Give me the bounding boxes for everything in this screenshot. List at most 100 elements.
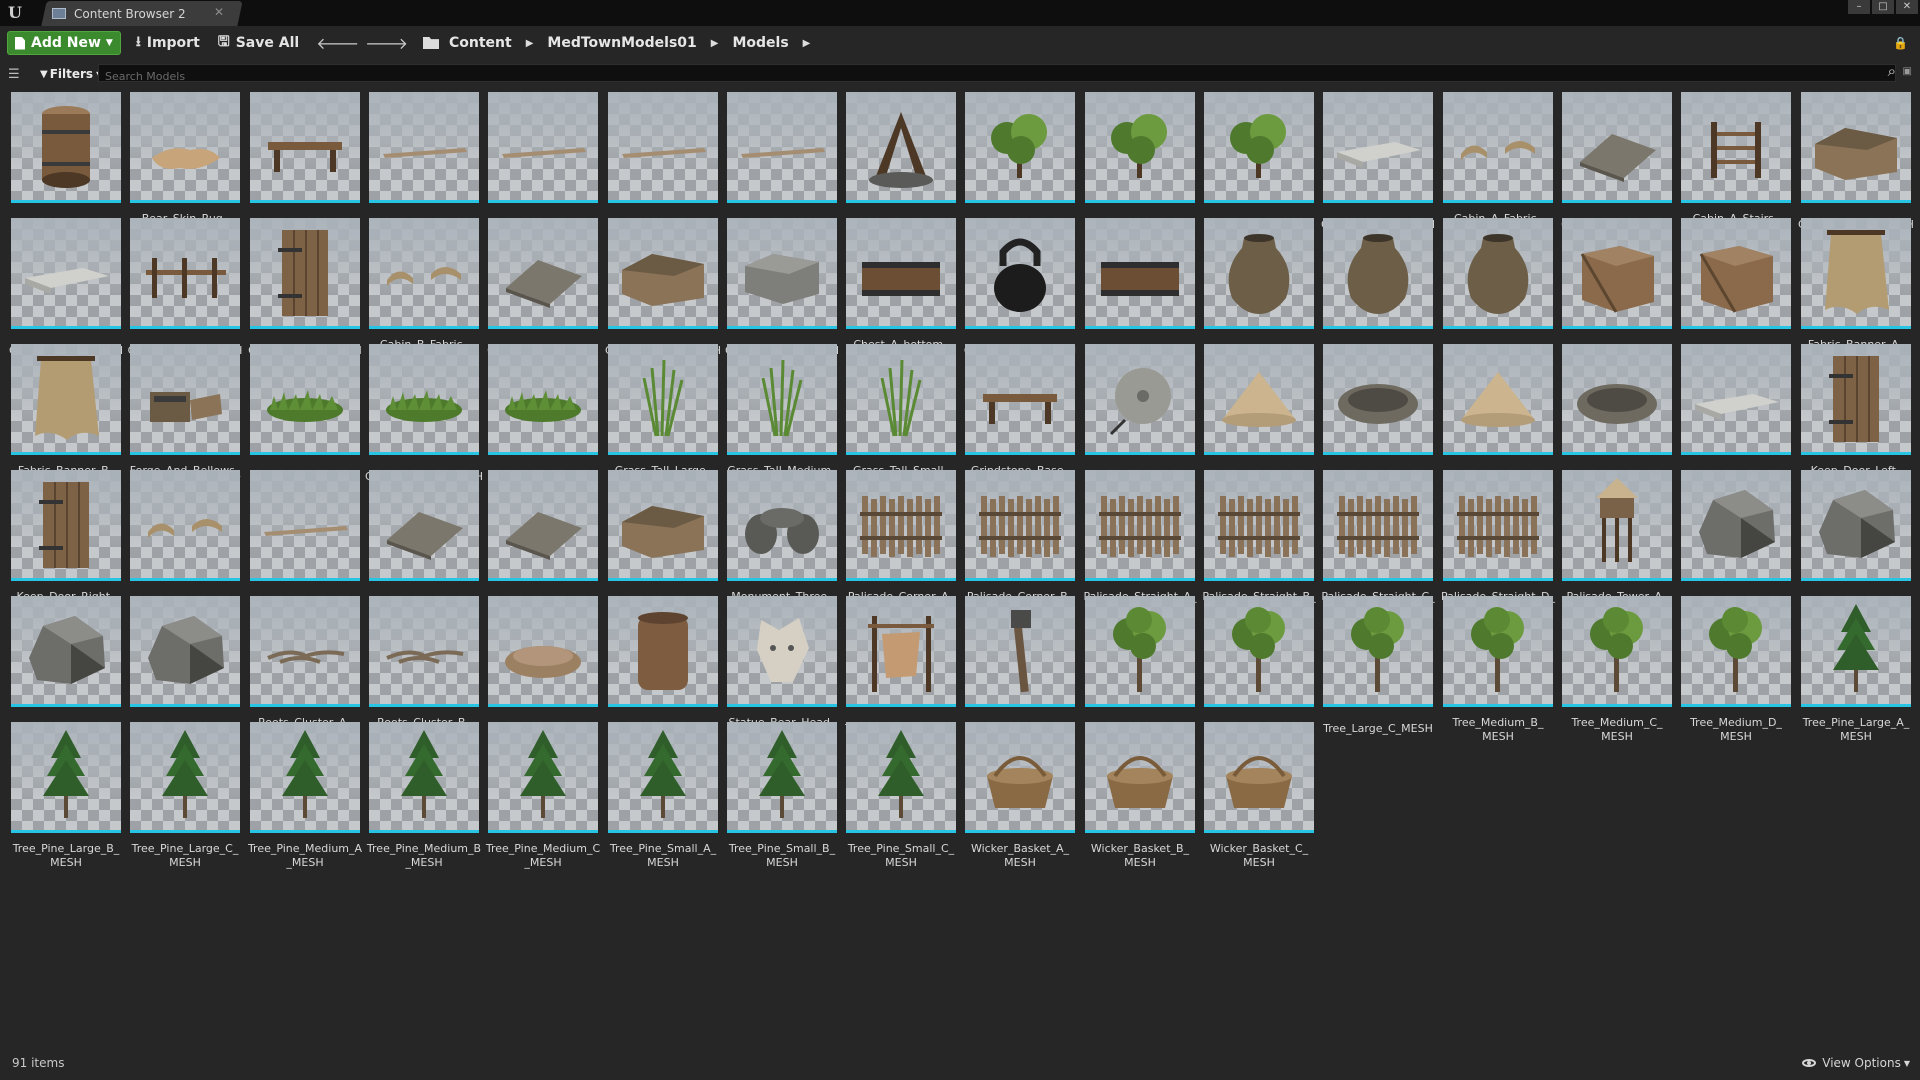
add-new-label: Add New [31, 35, 101, 51]
mesh-preview-icon [1337, 496, 1419, 557]
mesh-preview-icon [386, 650, 464, 664]
asset-tile[interactable]: Tree_Pine_Medium_B _MESH [367, 722, 481, 876]
mesh-preview-icon [148, 616, 224, 684]
search-box [98, 64, 1896, 85]
asset-thumbnail [1562, 470, 1672, 580]
breadcrumb-arrow-icon[interactable]: ▶ [803, 38, 811, 49]
breadcrumb-arrow-icon[interactable]: ▶ [711, 38, 719, 49]
forward-arrow-icon[interactable]: 🡒 [365, 33, 408, 53]
mesh-preview-icon [880, 359, 922, 437]
asset-tile[interactable]: Tree_Medium_B_ MESH [1443, 596, 1553, 750]
minimize-button[interactable]: – [1848, 0, 1870, 14]
save-search-icon[interactable]: ▣ [1903, 66, 1912, 77]
static-mesh-type-bar [11, 452, 121, 455]
asset-grid: Barrel_A_MESHBear_Skin_Rug_ MESHBench_A_… [0, 89, 1920, 1061]
mesh-preview-icon [267, 390, 343, 422]
asset-thumbnail [250, 722, 360, 832]
mesh-preview-icon [29, 616, 105, 684]
toolbar: Add New ▼ ⭳ Import 🖫 Save All 🡐 🡒 Conten… [0, 26, 1920, 60]
mesh-preview-icon [278, 230, 328, 316]
breadcrumb-arrow-icon[interactable]: ▶ [526, 38, 534, 49]
asset-thumbnail [1204, 722, 1314, 832]
content-browser-icon [52, 8, 66, 19]
tab-close-icon[interactable]: ✕ [214, 5, 224, 19]
mesh-preview-icon [860, 496, 942, 557]
search-icon[interactable]: ⌕ [1888, 62, 1896, 80]
asset-name: Tree_Medium_C_ MESH [1571, 716, 1663, 743]
mesh-preview-icon [1107, 756, 1173, 808]
static-mesh-type-bar [250, 830, 360, 833]
asset-thumbnail [1681, 92, 1791, 202]
add-new-button[interactable]: Add New ▼ [7, 31, 121, 55]
breadcrumb-content[interactable]: Content [449, 35, 512, 51]
close-window-button[interactable]: ✕ [1896, 0, 1918, 14]
mesh-preview-icon [35, 356, 99, 440]
breadcrumb-models[interactable]: Models [732, 35, 788, 51]
view-options-button[interactable]: View Options ▼ [1802, 1056, 1910, 1070]
mesh-preview-icon [1457, 496, 1539, 557]
asset-thumbnail [1681, 596, 1791, 706]
back-arrow-icon[interactable]: 🡐 [316, 33, 359, 53]
static-mesh-type-bar [488, 578, 598, 581]
asset-tile[interactable]: Tree_Pine_Medium_A _MESH [248, 722, 362, 876]
static-mesh-type-bar [130, 452, 240, 455]
search-input[interactable] [99, 68, 1895, 85]
sources-panel-icon[interactable]: ☰ [8, 67, 26, 82]
folder-icon[interactable] [423, 37, 439, 49]
save-all-label: Save All [235, 35, 300, 51]
asset-tile[interactable]: Wicker_Basket_A_ MESH [965, 722, 1075, 876]
asset-thumbnail [369, 92, 479, 202]
mesh-preview-icon [983, 394, 1057, 424]
static-mesh-type-bar [1204, 326, 1314, 329]
maximize-button[interactable]: □ [1872, 0, 1894, 14]
mesh-preview-icon [1467, 234, 1529, 314]
import-button[interactable]: ⭳ Import [127, 31, 209, 55]
asset-tile[interactable]: Tree_Pine_Small_A_ MESH [608, 722, 718, 876]
asset-name: Tree_Pine_Large_C_ MESH [131, 842, 239, 869]
unreal-logo-icon[interactable]: U [4, 2, 26, 24]
mesh-preview-icon [148, 519, 222, 538]
asset-thumbnail [11, 470, 121, 580]
asset-thumbnail [727, 92, 837, 202]
filters-button[interactable]: ▼ Filters ▼ [40, 67, 102, 81]
static-mesh-type-bar [1681, 704, 1791, 707]
asset-tile[interactable]: Tree_Medium_C_ MESH [1562, 596, 1672, 750]
asset-tile[interactable]: Tree_Medium_D_ MESH [1681, 596, 1791, 750]
asset-thumbnail [1681, 344, 1791, 454]
asset-thumbnail [488, 596, 598, 706]
lock-icon[interactable]: 🔒 [1893, 36, 1908, 50]
static-mesh-type-bar [727, 704, 837, 707]
asset-tile[interactable]: Tree_Pine_Small_C_ MESH [846, 722, 956, 876]
static-mesh-type-bar [1085, 830, 1195, 833]
asset-tile[interactable]: Tree_Pine_Large_A_ MESH [1801, 596, 1911, 750]
asset-tile[interactable]: Wicker_Basket_C_ MESH [1204, 722, 1314, 876]
static-mesh-type-bar [11, 704, 121, 707]
mesh-preview-icon [1222, 372, 1296, 427]
mesh-preview-icon [387, 512, 463, 560]
asset-tile[interactable]: Tree_Pine_Small_B_ MESH [727, 722, 837, 876]
save-all-button[interactable]: 🖫 Save All [209, 31, 308, 55]
mesh-preview-icon [1577, 384, 1657, 424]
asset-thumbnail [130, 722, 240, 832]
static-mesh-type-bar [130, 200, 240, 203]
breadcrumb-medtownmodels01[interactable]: MedTownModels01 [547, 35, 696, 51]
mesh-preview-icon [506, 260, 582, 308]
mesh-preview-icon [39, 482, 89, 568]
mesh-preview-icon [1815, 128, 1897, 180]
asset-tile[interactable]: Tree_Pine_Large_B_ MESH [11, 722, 121, 876]
asset-name: Tree_Pine_Large_A_ MESH [1802, 716, 1910, 743]
static-mesh-type-bar [1204, 452, 1314, 455]
asset-tile[interactable]: Tree_Large_C_MESH [1323, 596, 1433, 750]
tab-content[interactable]: Content Browser 2 [52, 1, 236, 26]
mesh-preview-icon [642, 359, 684, 437]
mesh-preview-icon [1347, 234, 1409, 314]
asset-tile[interactable]: Wicker_Basket_B_ MESH [1085, 722, 1195, 876]
mesh-preview-icon [1711, 122, 1761, 178]
static-mesh-type-bar [1562, 326, 1672, 329]
asset-tile[interactable]: Tree_Pine_Medium_C _MESH [486, 722, 600, 876]
asset-thumbnail [488, 344, 598, 454]
asset-thumbnail [1204, 218, 1314, 328]
asset-tile[interactable]: Tree_Pine_Large_C_ MESH [130, 722, 240, 876]
mesh-preview-icon [152, 148, 220, 169]
asset-thumbnail [965, 218, 1075, 328]
